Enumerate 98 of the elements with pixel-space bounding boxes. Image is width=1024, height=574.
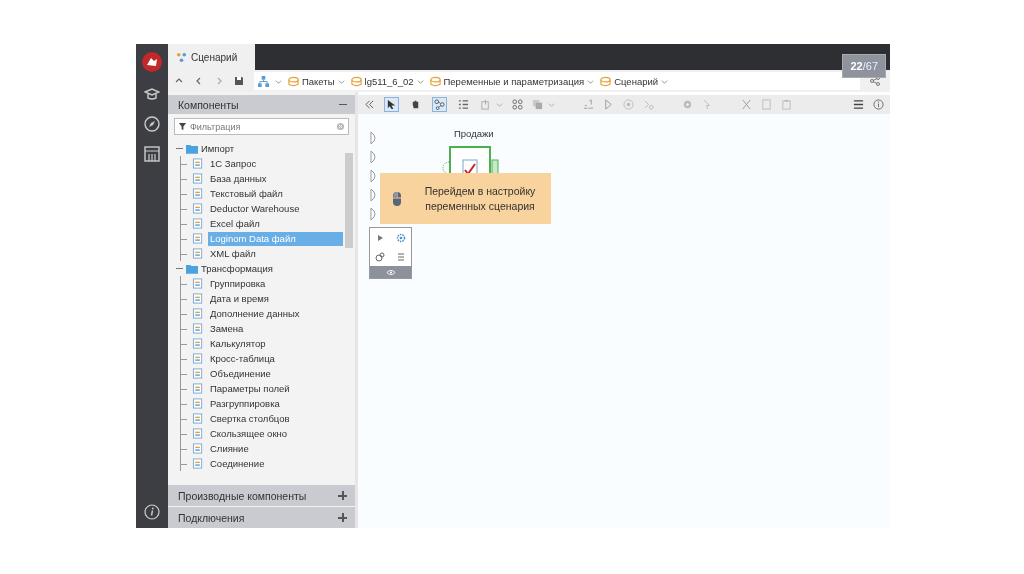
component-icon: [192, 203, 204, 214]
stop-icon: [623, 99, 634, 110]
database-icon[interactable]: [350, 75, 362, 87]
component-icon: [192, 383, 204, 394]
component-icon: [192, 248, 204, 259]
chevron-icon[interactable]: [337, 77, 345, 85]
tree-item[interactable]: Трансформация: [201, 263, 273, 274]
breadcrumb[interactable]: lg511_6_02: [364, 75, 414, 87]
component-icon: [192, 278, 204, 289]
filter-field[interactable]: Фильтрация: [174, 118, 349, 135]
tree-item[interactable]: 1С Запрос: [208, 156, 259, 171]
tree-item[interactable]: Группировка: [208, 276, 268, 291]
run-icon: [603, 99, 614, 110]
pointer-icon[interactable]: [384, 97, 399, 112]
chevron-icon: [548, 101, 555, 108]
component-icon: [192, 338, 204, 349]
component-icon: [192, 233, 204, 244]
layers-icon: [532, 99, 543, 110]
tooltip-text: Перейдем в настройку переменных сценария: [423, 183, 537, 214]
tree-item[interactable]: Свертка столбцов: [208, 411, 292, 426]
tree-item[interactable]: Скользящее окно: [208, 426, 290, 441]
variables-icon[interactable]: [375, 251, 386, 262]
mouse-icon: [392, 190, 402, 207]
tree-item[interactable]: XML файл: [208, 246, 258, 261]
clear-icon[interactable]: [336, 122, 345, 131]
chevron-icon[interactable]: [275, 77, 282, 85]
section-header[interactable]: Производные компоненты: [168, 485, 355, 506]
component-icon: [192, 308, 204, 319]
component-icon: [192, 173, 204, 184]
export-icon: [480, 99, 491, 110]
hierarchy-icon[interactable]: [258, 75, 269, 87]
expander-icon[interactable]: [176, 267, 183, 270]
compass-icon[interactable]: [144, 116, 160, 132]
tree-item[interactable]: Дополнение данных: [208, 306, 302, 321]
chevron-icon[interactable]: [416, 77, 424, 85]
chevron-icon: [496, 101, 503, 108]
nodes-icon[interactable]: [512, 99, 523, 110]
gear-icon[interactable]: [395, 232, 406, 243]
cut-icon: [741, 99, 752, 110]
gear-icon: [682, 99, 693, 110]
calculator-icon[interactable]: [144, 146, 160, 162]
graduation-cap-icon[interactable]: [144, 86, 160, 102]
database-icon[interactable]: [429, 75, 441, 87]
component-icon: [192, 413, 204, 424]
folder-icon: [186, 263, 198, 274]
list-icon[interactable]: [456, 97, 471, 112]
info-icon[interactable]: [873, 99, 884, 110]
component-icon: [192, 353, 204, 364]
section-header[interactable]: Подключения: [168, 507, 355, 528]
tree-item[interactable]: Разгруппировка: [208, 396, 282, 411]
tree-item[interactable]: Deductor Warehouse: [208, 201, 302, 216]
tree-item[interactable]: Excel файл: [208, 216, 262, 231]
component-icon: [192, 158, 204, 169]
database-icon[interactable]: [600, 75, 612, 87]
tree-item[interactable]: База данных: [208, 171, 269, 186]
component-icon: [192, 398, 204, 409]
component-icon: [192, 368, 204, 379]
tree-item[interactable]: Импорт: [201, 143, 235, 154]
breadcrumb[interactable]: Переменные и параметризация: [443, 75, 585, 87]
tree-item[interactable]: Соединение: [208, 456, 267, 471]
folder-icon: [186, 143, 198, 154]
step-icon: [643, 99, 654, 110]
component-icon: [192, 218, 204, 229]
chevron-icon[interactable]: [587, 77, 595, 85]
tree-item[interactable]: Слияние: [208, 441, 251, 456]
paste-icon: [781, 99, 792, 110]
copy-icon: [761, 99, 772, 110]
component-icon: [192, 458, 204, 469]
tree-item[interactable]: Параметры полей: [208, 381, 292, 396]
scenario-icon: [176, 51, 187, 63]
node-label: Продажи: [454, 128, 494, 139]
breadcrumb[interactable]: Сценарий: [614, 75, 659, 87]
tree-item[interactable]: Текстовый файл: [208, 186, 285, 201]
collapse-icon[interactable]: [364, 99, 375, 110]
tree-item[interactable]: Калькулятор: [208, 336, 268, 351]
slide-counter: 22/67: [842, 54, 886, 78]
component-icon: [192, 428, 204, 439]
component-icon: [192, 293, 204, 304]
menu-icon[interactable]: [853, 99, 864, 110]
component-icon: [192, 188, 204, 199]
breadcrumb[interactable]: Пакеты: [302, 75, 335, 87]
tree-item[interactable]: Кросс-таблица: [208, 351, 277, 366]
logo-icon[interactable]: [142, 52, 162, 72]
tree-item[interactable]: Дата и время: [208, 291, 271, 306]
tree-item[interactable]: Объединение: [208, 366, 273, 381]
graph-icon[interactable]: [432, 97, 447, 112]
component-icon: [192, 443, 204, 454]
component-icon: [192, 323, 204, 334]
share-icon[interactable]: [870, 76, 880, 86]
tree-item[interactable]: Замена: [208, 321, 246, 336]
expander-icon[interactable]: [176, 147, 183, 150]
scrollbar-thumb[interactable]: [345, 153, 353, 248]
panel-header[interactable]: Компоненты: [168, 95, 355, 114]
chevron-icon[interactable]: [661, 77, 669, 85]
save-icon[interactable]: [234, 76, 244, 86]
database-icon[interactable]: [288, 75, 299, 87]
scenario-tab[interactable]: Сценарий: [168, 44, 255, 70]
eye-icon[interactable]: [385, 268, 396, 276]
